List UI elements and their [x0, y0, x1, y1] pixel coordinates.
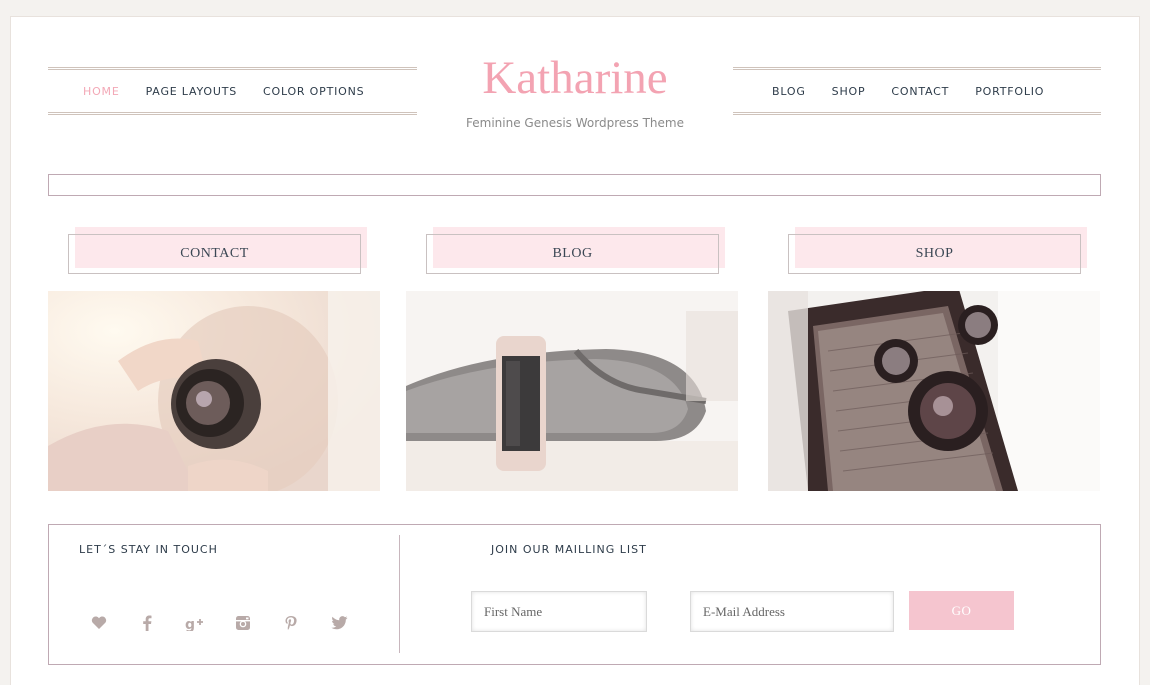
nav-home[interactable]: HOME [83, 85, 120, 98]
facebook-icon[interactable] [123, 613, 171, 633]
feature-contact-button[interactable]: CONTACT [68, 234, 361, 274]
feature-blog: BLOG [406, 225, 738, 491]
feature-shop: SHOP [768, 225, 1100, 491]
footer-widget: LET´S STAY IN TOUCH g JOIN OUR MAILLING … [48, 524, 1101, 665]
first-name-field[interactable] [471, 591, 647, 632]
nav-shop[interactable]: SHOP [832, 85, 866, 98]
heart-icon[interactable] [75, 613, 123, 633]
svg-text:g: g [185, 617, 195, 631]
primary-nav: HOME PAGE LAYOUTS COLOR OPTIONS [48, 67, 417, 115]
feature-contact-image[interactable] [48, 291, 380, 491]
feature-tag-wrap: BLOG [406, 225, 738, 275]
feature-tag-wrap: CONTACT [48, 225, 380, 275]
nav-page-layouts[interactable]: PAGE LAYOUTS [146, 85, 237, 98]
nav-portfolio[interactable]: PORTFOLIO [975, 85, 1044, 98]
header-search-bar[interactable] [48, 174, 1101, 196]
feature-shop-image[interactable] [768, 291, 1100, 491]
nav-blog[interactable]: BLOG [772, 85, 806, 98]
email-field[interactable] [690, 591, 894, 632]
feature-tag-wrap: SHOP [768, 225, 1100, 275]
page: HOME PAGE LAYOUTS COLOR OPTIONS Katharin… [10, 16, 1140, 685]
social-icons: g [75, 613, 363, 633]
site-branding: Katharine Feminine Genesis Wordpress The… [417, 55, 733, 131]
social-title: LET´S STAY IN TOUCH [79, 543, 218, 556]
google-plus-icon[interactable]: g [171, 613, 219, 633]
instagram-icon[interactable] [219, 613, 267, 633]
feature-contact: CONTACT [48, 225, 380, 491]
feature-blog-button[interactable]: BLOG [426, 234, 719, 274]
site-title[interactable]: Katharine [417, 55, 733, 102]
twitter-icon[interactable] [315, 613, 363, 633]
go-button[interactable]: GO [909, 591, 1014, 630]
nav-color-options[interactable]: COLOR OPTIONS [263, 85, 364, 98]
nav-contact[interactable]: CONTACT [891, 85, 949, 98]
feature-blog-image[interactable] [406, 291, 738, 491]
feature-shop-button[interactable]: SHOP [788, 234, 1081, 274]
pinterest-icon[interactable] [267, 613, 315, 633]
widget-divider [399, 535, 400, 653]
mailing-title: JOIN OUR MAILLING LIST [491, 543, 647, 556]
site-tagline: Feminine Genesis Wordpress Theme [466, 116, 684, 130]
secondary-nav: BLOG SHOP CONTACT PORTFOLIO [733, 67, 1101, 115]
